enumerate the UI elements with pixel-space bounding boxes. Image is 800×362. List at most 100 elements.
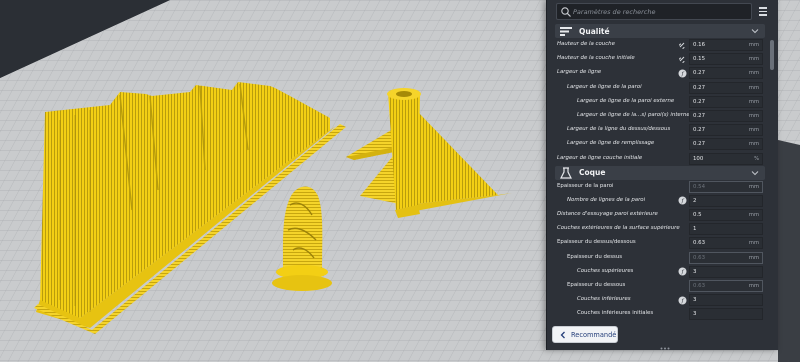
setting-unit: % bbox=[754, 155, 759, 162]
setting-value-field[interactable]: 0.63 mm bbox=[689, 251, 763, 264]
search-input[interactable] bbox=[573, 5, 749, 19]
chevron-down-icon[interactable] bbox=[751, 27, 759, 35]
setting-inner-wall-line-width[interactable]: Largeur de ligne de la...s) paroi(s) int… bbox=[555, 109, 769, 123]
formula-icon[interactable]: f bbox=[678, 196, 687, 205]
setting-value-field[interactable]: 100% bbox=[689, 152, 763, 165]
setting-value-field[interactable]: 0.27 mm bbox=[689, 138, 763, 151]
setting-value-field[interactable]: 0.27 mm bbox=[689, 95, 763, 108]
recommended-button[interactable]: Recommandé bbox=[552, 326, 618, 343]
category-quality-header[interactable]: Qualité bbox=[555, 24, 765, 38]
setting-initial-layer-height[interactable]: Hauteur de la couche initiale 0.15 mm bbox=[555, 52, 769, 66]
category-quality-label: Qualité bbox=[579, 26, 610, 36]
setting-unit: mm bbox=[748, 42, 759, 48]
setting-value-field[interactable]: 3 bbox=[689, 294, 763, 307]
setting-label: Couches inférieures initiales bbox=[577, 310, 654, 317]
setting-wall-thickness[interactable]: Épaisseur de la paroi 0.54 mm bbox=[555, 180, 769, 194]
print-settings-panel: Qualité Hauteur de la couche 0.16 mm Haut… bbox=[546, 0, 778, 350]
scrollbar-thumb[interactable] bbox=[770, 40, 774, 70]
setting-label: Nombre de lignes de la paroi bbox=[567, 196, 646, 203]
chevron-down-icon[interactable] bbox=[751, 169, 759, 177]
setting-bottom-thickness[interactable]: Épaisseur du dessous 0.63 mm bbox=[555, 279, 769, 293]
setting-value-field[interactable]: 0.63 mm bbox=[689, 280, 763, 292]
setting-value-field[interactable]: 0.63 mm bbox=[689, 237, 763, 250]
setting-unit: mm bbox=[748, 283, 759, 289]
setting-wall-line-count[interactable]: Nombre de lignes de la paroi f 2 bbox=[555, 194, 769, 208]
setting-top-thickness[interactable]: Épaisseur du dessus 0.63 mm bbox=[555, 251, 769, 265]
setting-value: 0.5 bbox=[693, 212, 702, 219]
shell-icon bbox=[560, 167, 572, 179]
setting-value: 0.27 bbox=[693, 141, 706, 148]
chevron-left-icon bbox=[560, 331, 565, 338]
setting-value: 0.27 bbox=[693, 84, 706, 91]
setting-value: 0.27 bbox=[693, 112, 706, 119]
setting-value-field[interactable]: 0.27 mm bbox=[689, 67, 763, 80]
setting-value-field[interactable]: 3 bbox=[689, 308, 763, 320]
link-icon[interactable] bbox=[678, 41, 687, 50]
setting-value: 3 bbox=[693, 311, 697, 318]
setting-unit: mm bbox=[748, 254, 759, 261]
setting-unit: mm bbox=[748, 56, 759, 63]
setting-label: Couches inférieures bbox=[577, 296, 631, 303]
setting-value: 2 bbox=[693, 197, 697, 204]
formula-icon[interactable]: f bbox=[678, 296, 687, 305]
formula-icon[interactable]: f bbox=[678, 267, 687, 276]
setting-infill-line-width[interactable]: Largeur de ligne de remplissage 0.27 mm bbox=[555, 137, 769, 151]
setting-label: Distance d'essuyage paroi extérieure bbox=[557, 211, 658, 218]
category-shell-label: Coque bbox=[579, 168, 606, 178]
setting-initial-layer-line-width[interactable]: Largeur de ligne couche initiale 100% bbox=[555, 152, 769, 166]
recommended-label: Recommandé bbox=[571, 330, 617, 339]
category-shell-header[interactable]: Coque bbox=[555, 165, 765, 180]
setting-layer-height[interactable]: Hauteur de la couche 0.16 mm bbox=[555, 38, 769, 52]
setting-top-bottom-line-width[interactable]: Largeur de la ligne du dessus/dessous 0.… bbox=[555, 123, 769, 137]
setting-value: 0.16 bbox=[693, 42, 706, 48]
setting-value-field[interactable]: 0.27 mm bbox=[689, 124, 763, 137]
setting-top-surface-skin-layers[interactable]: Couches extérieures de la surface supéri… bbox=[555, 222, 769, 236]
scrollbar-track[interactable] bbox=[770, 40, 774, 318]
setting-bottom-layers[interactable]: Couches inférieures f 3 bbox=[555, 293, 769, 307]
setting-label: Épaisseur du dessus bbox=[567, 253, 623, 260]
setting-label: Largeur de ligne de la paroi bbox=[567, 83, 642, 90]
setting-initial-bottom-layers[interactable]: Couches inférieures initiales 3 bbox=[555, 307, 769, 320]
setting-value: 1 bbox=[693, 226, 697, 233]
setting-value-field[interactable]: 3 bbox=[689, 265, 763, 278]
search-icon bbox=[561, 7, 571, 17]
setting-label: Largeur de ligne bbox=[557, 69, 602, 76]
setting-label: Hauteur de la couche bbox=[557, 41, 615, 47]
setting-unit: mm bbox=[748, 84, 759, 91]
setting-value-field[interactable]: 0.15 mm bbox=[689, 53, 763, 66]
setting-value-field[interactable]: 0.27 mm bbox=[689, 109, 763, 122]
setting-value: 0.63 bbox=[693, 254, 706, 261]
setting-value-field[interactable]: 0.5 mm bbox=[689, 209, 763, 222]
setting-value: 0.27 bbox=[693, 127, 706, 134]
setting-value-field[interactable]: 0.54 mm bbox=[689, 180, 763, 193]
setting-unit: mm bbox=[748, 127, 759, 134]
setting-value-field[interactable]: 2 bbox=[689, 194, 763, 207]
setting-label: Couches supérieures bbox=[577, 267, 634, 274]
drag-handle-icon[interactable] bbox=[660, 347, 670, 350]
setting-unit: mm bbox=[748, 183, 759, 190]
setting-value-field[interactable]: 1 bbox=[689, 223, 763, 236]
setting-label: Épaisseur du dessus/dessous bbox=[557, 239, 636, 246]
search-box[interactable] bbox=[556, 3, 752, 20]
setting-value: 0.27 bbox=[693, 70, 706, 77]
setting-value-field[interactable]: 0.16 mm bbox=[689, 39, 763, 51]
setting-top-bottom-thickness[interactable]: Épaisseur du dessus/dessous 0.63 mm bbox=[555, 236, 769, 250]
setting-outer-wall-wipe-distance[interactable]: Distance d'essuyage paroi extérieure 0.5… bbox=[555, 208, 769, 222]
setting-value: 0.27 bbox=[693, 98, 706, 105]
formula-icon[interactable]: f bbox=[678, 69, 687, 78]
setting-wall-line-width[interactable]: Largeur de ligne de la paroi 0.27 mm bbox=[555, 81, 769, 95]
setting-unit: mm bbox=[748, 112, 759, 119]
setting-value: 100 bbox=[693, 155, 704, 162]
setting-unit: mm bbox=[748, 141, 759, 148]
quality-icon bbox=[560, 27, 572, 36]
setting-line-width[interactable]: Largeur de ligne f 0.27 mm bbox=[555, 66, 769, 80]
setting-outer-wall-line-width[interactable]: Largeur de ligne de la paroi externe 0.2… bbox=[555, 95, 769, 109]
setting-value-field[interactable]: 0.27 mm bbox=[689, 81, 763, 94]
link-icon[interactable] bbox=[678, 55, 687, 64]
settings-list[interactable]: Qualité Hauteur de la couche 0.16 mm Haut… bbox=[555, 24, 779, 320]
menu-button[interactable] bbox=[756, 5, 770, 18]
setting-value: 0.54 bbox=[693, 183, 706, 190]
setting-unit: mm bbox=[748, 70, 759, 77]
setting-value: 0.63 bbox=[693, 240, 706, 247]
setting-top-layers[interactable]: Couches supérieures f 3 bbox=[555, 265, 769, 279]
